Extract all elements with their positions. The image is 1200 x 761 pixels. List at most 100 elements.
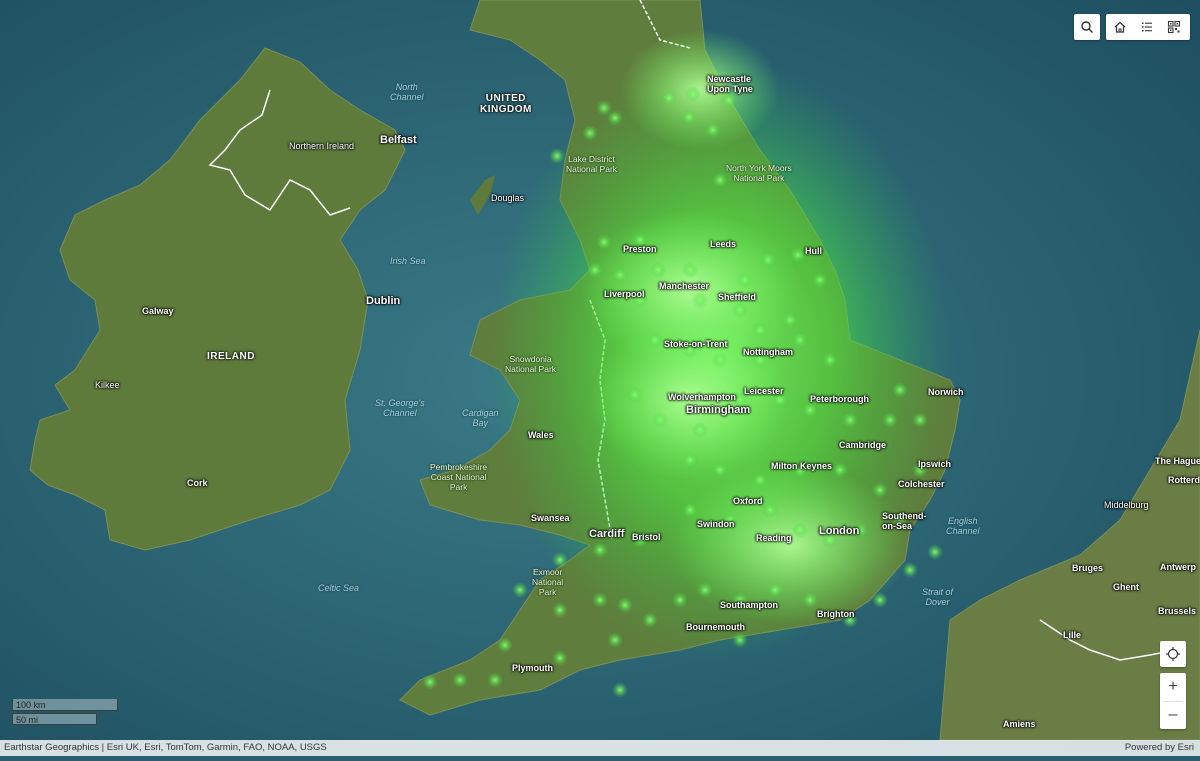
- heatmap-point: [552, 650, 568, 666]
- zoom-out-button[interactable]: –: [1160, 702, 1186, 729]
- home-button[interactable]: [1108, 15, 1132, 39]
- heatmap-point: [617, 597, 633, 613]
- city-label-liverpool: Liverpool: [604, 289, 645, 299]
- water-label-celtic-sea: Celtic Sea: [318, 583, 360, 593]
- heatmap-point: [692, 292, 708, 308]
- heatmap-point: [792, 522, 808, 538]
- city-label-the-hague: The Hague: [1155, 456, 1200, 466]
- city-label-leicester: Leicester: [744, 386, 784, 396]
- heatmap-point: [422, 674, 438, 690]
- heatmap-point: [681, 109, 697, 125]
- attribution-bar: Earthstar Geographics | Esri UK, Esri, T…: [0, 740, 1200, 756]
- heatmap-point: [661, 90, 677, 106]
- country-label-uk: UNITED KINGDOM: [480, 93, 532, 115]
- heatmap-point: [647, 332, 663, 348]
- city-label-ipswich: Ipswich: [918, 459, 952, 469]
- heatmap-point: [892, 382, 908, 398]
- heatmap-point: [612, 682, 628, 698]
- city-label-belfast: Belfast: [380, 134, 417, 146]
- search-button[interactable]: [1074, 14, 1100, 40]
- heatmap-point: [712, 462, 728, 478]
- legend-button[interactable]: [1135, 15, 1159, 39]
- heatmap-point: [760, 252, 776, 268]
- heatmap-point: [627, 387, 643, 403]
- attribution-text[interactable]: Earthstar Geographics | Esri UK, Esri, T…: [4, 740, 327, 756]
- water-label-english-channel: English Channel: [946, 516, 980, 536]
- country-label-ireland: IRELAND: [207, 351, 255, 362]
- city-label-southampton: Southampton: [720, 600, 778, 610]
- water-label-north-channel: North Channel: [390, 82, 424, 102]
- heatmap-point: [582, 125, 598, 141]
- park-label-lake-district: Lake District National Park: [566, 154, 618, 174]
- city-label-swindon: Swindon: [697, 519, 735, 529]
- city-label-brussels: Brussels: [1158, 606, 1197, 616]
- city-label-norwich: Norwich: [928, 387, 964, 397]
- scale-bar-km: 100 km: [12, 699, 118, 711]
- city-label-cambridge: Cambridge: [839, 440, 887, 450]
- heatmap-point: [872, 482, 888, 498]
- city-label-lille: Lille: [1063, 630, 1082, 640]
- water-label-irish-sea: Irish Sea: [390, 256, 426, 266]
- locate-button[interactable]: [1160, 641, 1186, 667]
- heatmap-point: [737, 272, 753, 288]
- heatmap-point: [692, 422, 708, 438]
- city-label-reading: Reading: [756, 533, 792, 543]
- city-label-galway: Galway: [142, 306, 174, 316]
- city-label-ghent: Ghent: [1113, 582, 1139, 592]
- heatmap-point: [822, 352, 838, 368]
- city-label-colchester: Colchester: [898, 479, 945, 489]
- heatmap-point: [705, 122, 721, 138]
- heatmap-point: [812, 272, 828, 288]
- heatmap-point: [792, 332, 808, 348]
- city-label-plymouth: Plymouth: [512, 663, 554, 673]
- city-label-swansea: Swansea: [531, 513, 570, 523]
- search-icon: [1081, 21, 1093, 33]
- city-label-antwerp: Antwerp: [1160, 562, 1196, 572]
- city-label-peterborough: Peterborough: [810, 394, 870, 404]
- water-label-cardigan-bay: Cardigan Bay: [462, 408, 499, 428]
- zoom-in-button[interactable]: +: [1160, 673, 1186, 701]
- map-canvas[interactable]: [0, 0, 1200, 756]
- scale-bar-mi: 50 mi: [12, 713, 97, 725]
- city-label-nottingham: Nottingham: [743, 347, 793, 357]
- heatmap-point: [587, 262, 603, 278]
- city-label-dublin: Dublin: [366, 295, 401, 307]
- city-label-bruges: Bruges: [1072, 563, 1104, 573]
- park-label-pembrokeshire: Pembrokeshire Coast National Park: [430, 462, 488, 492]
- qr-code-button[interactable]: [1162, 15, 1186, 39]
- heatmap-point: [487, 672, 503, 688]
- heatmap-point: [592, 592, 608, 608]
- list-icon: [1142, 22, 1152, 32]
- home-icon: [1114, 21, 1126, 33]
- city-label-hull: Hull: [805, 246, 822, 256]
- park-label-north-york-moors: North York Moors National Park: [726, 163, 792, 183]
- heatmap-point: [902, 562, 918, 578]
- city-label-douglas: Douglas: [491, 193, 525, 203]
- heatmap-point: [452, 672, 468, 688]
- heatmap-point: [790, 247, 806, 263]
- heatmap-point: [721, 92, 737, 108]
- heatmap-point: [682, 452, 698, 468]
- heatmap-point: [672, 592, 688, 608]
- heatmap-point: [596, 234, 612, 250]
- map-view[interactable]: [0, 0, 1200, 756]
- city-label-oxford: Oxford: [733, 496, 763, 506]
- city-label-bristol: Bristol: [632, 532, 661, 542]
- park-label-exmoor: Exmoor National Park: [532, 567, 564, 597]
- city-label-amiens: Amiens: [1003, 719, 1036, 729]
- heatmap-point: [842, 412, 858, 428]
- region-label-wales: Wales: [528, 430, 554, 440]
- heatmap-point: [782, 312, 798, 328]
- city-label-kilkee: Kilkee: [95, 380, 120, 390]
- heatmap-point: [732, 302, 748, 318]
- heatmap-point: [652, 412, 668, 428]
- heatmap-point: [650, 262, 666, 278]
- heatmap-hotspot-northeast: [620, 30, 780, 150]
- city-label-preston: Preston: [623, 244, 657, 254]
- heatmap-point: [552, 552, 568, 568]
- heatmap-point: [552, 602, 568, 618]
- powered-by-text[interactable]: Powered by Esri: [1125, 740, 1194, 756]
- heatmap-point: [697, 582, 713, 598]
- heatmap-point: [497, 637, 513, 653]
- heatmap-point: [596, 100, 612, 116]
